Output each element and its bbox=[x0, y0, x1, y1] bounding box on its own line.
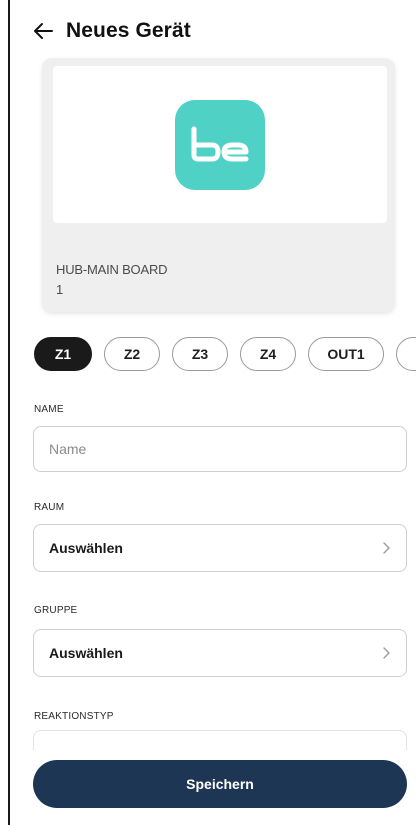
group-select[interactable]: Auswählen bbox=[33, 629, 407, 677]
group-value: Auswählen bbox=[49, 645, 123, 661]
name-field[interactable]: Name bbox=[33, 426, 407, 472]
group-label: GRUPPE bbox=[34, 605, 78, 616]
tab-z1[interactable]: Z1 bbox=[34, 337, 92, 371]
device-name: HUB-MAIN BOARD bbox=[56, 262, 168, 277]
tab-z4[interactable]: Z4 bbox=[240, 337, 296, 371]
tab-more[interactable] bbox=[396, 337, 416, 371]
name-label: NAME bbox=[34, 404, 64, 415]
device-card: HUB-MAIN BOARD 1 bbox=[42, 58, 395, 312]
top-bar: Neues Gerät bbox=[32, 14, 191, 48]
chevron-right-icon bbox=[381, 646, 391, 660]
zone-tabs: Z1 Z2 Z3 Z4 OUT1 bbox=[34, 337, 416, 371]
name-placeholder: Name bbox=[49, 441, 87, 457]
page-title: Neues Gerät bbox=[66, 19, 191, 42]
chevron-right-icon bbox=[381, 541, 391, 555]
save-button[interactable]: Speichern bbox=[33, 760, 407, 808]
room-select[interactable]: Auswählen bbox=[33, 524, 407, 572]
tab-z2[interactable]: Z2 bbox=[104, 337, 160, 371]
brand-logo bbox=[175, 99, 265, 190]
reaction-type-select[interactable] bbox=[33, 730, 407, 750]
tab-z3[interactable]: Z3 bbox=[172, 337, 228, 371]
room-value: Auswählen bbox=[49, 540, 123, 556]
tab-out1[interactable]: OUT1 bbox=[308, 337, 384, 371]
device-number: 1 bbox=[56, 282, 64, 297]
reaction-type-label: REAKTIONSTYP bbox=[34, 711, 114, 722]
app-screen: Neues Gerät HUB-MAIN BOARD 1 Z1 Z2 Z3 Z4… bbox=[8, 0, 416, 825]
device-image bbox=[53, 66, 387, 223]
arrow-left-icon[interactable] bbox=[32, 20, 54, 42]
room-label: RAUM bbox=[34, 502, 65, 513]
